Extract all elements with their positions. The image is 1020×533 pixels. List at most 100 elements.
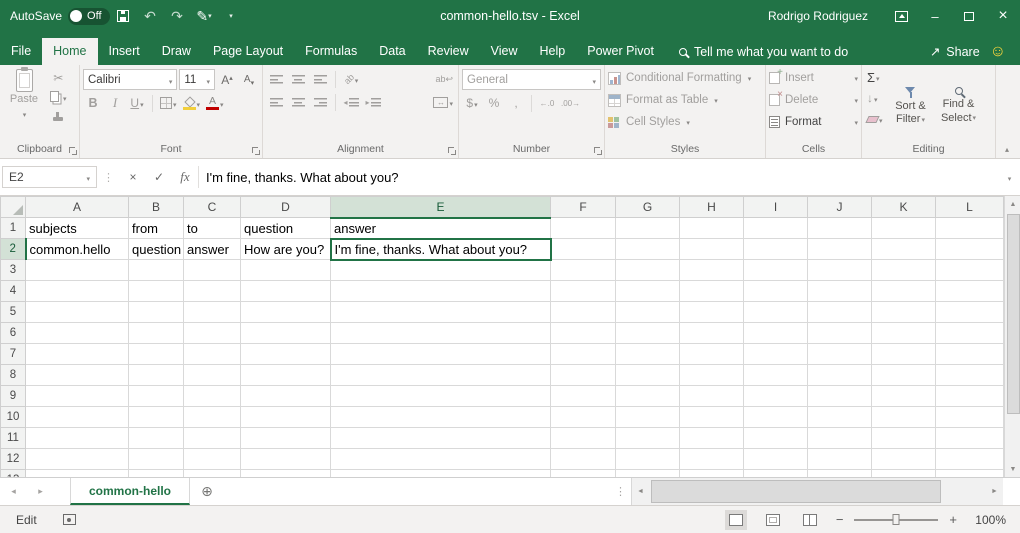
delete-cells-button[interactable]: Delete	[769, 89, 858, 111]
tab-draw[interactable]: Draw	[151, 38, 202, 65]
cell[interactable]	[129, 449, 184, 470]
cell[interactable]	[936, 344, 1004, 365]
cell[interactable]	[331, 449, 551, 470]
cell[interactable]	[744, 218, 808, 239]
cell[interactable]	[26, 260, 129, 281]
cell[interactable]	[872, 365, 936, 386]
autosum-button[interactable]: Σ	[865, 67, 885, 87]
cell[interactable]	[241, 449, 331, 470]
cell[interactable]	[808, 365, 872, 386]
cell[interactable]	[872, 386, 936, 407]
share-button[interactable]: ↗ Share	[930, 38, 980, 65]
cell[interactable]	[331, 344, 551, 365]
cell-e1[interactable]: answer	[331, 218, 551, 239]
name-box[interactable]: E2	[2, 166, 97, 188]
row-header-7[interactable]: 7	[1, 344, 26, 365]
cell[interactable]	[26, 344, 129, 365]
cell[interactable]	[872, 302, 936, 323]
column-header-k[interactable]: K	[872, 197, 936, 218]
touch-mouse-mode-button[interactable]: ✎▾	[192, 3, 217, 29]
italic-button[interactable]: I	[105, 93, 125, 113]
cell[interactable]	[616, 428, 680, 449]
cell[interactable]	[129, 365, 184, 386]
cell[interactable]	[872, 260, 936, 281]
zoom-slider[interactable]	[854, 519, 938, 521]
vertical-scroll-thumb[interactable]	[1007, 214, 1020, 414]
font-size-select[interactable]: 11	[179, 69, 215, 90]
row-header-1[interactable]: 1	[1, 218, 26, 239]
save-button[interactable]	[111, 3, 136, 29]
cell[interactable]	[744, 449, 808, 470]
column-header-h[interactable]: H	[680, 197, 744, 218]
column-header-d[interactable]: D	[241, 197, 331, 218]
collapse-ribbon-button[interactable]: ▴	[999, 142, 1015, 156]
align-top-button[interactable]	[266, 69, 286, 89]
cell[interactable]	[241, 323, 331, 344]
row-header-4[interactable]: 4	[1, 281, 26, 302]
cell[interactable]	[808, 407, 872, 428]
fill-color-button[interactable]	[181, 93, 203, 113]
cell[interactable]	[184, 407, 241, 428]
cell[interactable]	[26, 449, 129, 470]
zoom-in-button[interactable]: +	[949, 512, 957, 527]
cell[interactable]	[129, 407, 184, 428]
scroll-right-button[interactable]: ►	[986, 488, 1003, 495]
close-button[interactable]: ×	[986, 0, 1020, 32]
cell[interactable]	[936, 260, 1004, 281]
cell[interactable]	[551, 386, 616, 407]
comma-style-button[interactable]: ,	[506, 93, 526, 113]
page-layout-view-button[interactable]	[762, 510, 784, 530]
alignment-dialog-launcher[interactable]	[446, 145, 457, 156]
merge-center-button[interactable]	[431, 92, 455, 112]
cell[interactable]	[872, 218, 936, 239]
ribbon-display-options-button[interactable]	[884, 0, 918, 32]
cell[interactable]	[26, 428, 129, 449]
feedback-smiley-button[interactable]: ☺	[990, 38, 1006, 65]
cell[interactable]	[744, 323, 808, 344]
cell[interactable]	[808, 344, 872, 365]
align-center-button[interactable]	[288, 92, 308, 112]
font-name-select[interactable]: Calibri	[83, 69, 177, 90]
sheet-tab-common-hello[interactable]: common-hello	[70, 478, 190, 505]
cell[interactable]	[808, 218, 872, 239]
cell[interactable]	[551, 281, 616, 302]
cell[interactable]	[331, 260, 551, 281]
increase-decimal-button[interactable]	[537, 93, 557, 113]
copy-button[interactable]	[48, 88, 69, 106]
number-format-select[interactable]: General	[462, 69, 601, 90]
sort-filter-button[interactable]: Sort & Filter	[888, 67, 933, 142]
cell[interactable]	[26, 470, 129, 478]
cell[interactable]	[808, 302, 872, 323]
cell-b2[interactable]: question	[129, 239, 184, 260]
clear-button[interactable]	[865, 109, 885, 129]
cell[interactable]	[872, 449, 936, 470]
cell[interactable]	[936, 386, 1004, 407]
horizontal-scroll-track[interactable]	[649, 478, 986, 505]
cell[interactable]	[241, 281, 331, 302]
cell[interactable]	[744, 365, 808, 386]
tab-view[interactable]: View	[480, 38, 529, 65]
cell[interactable]	[680, 239, 744, 260]
cell[interactable]	[184, 323, 241, 344]
tab-review[interactable]: Review	[417, 38, 480, 65]
cell[interactable]	[616, 344, 680, 365]
customize-quick-access-button[interactable]: ▾	[219, 3, 244, 29]
cell[interactable]	[331, 365, 551, 386]
cell[interactable]	[744, 344, 808, 365]
cell[interactable]	[616, 260, 680, 281]
cell[interactable]	[551, 302, 616, 323]
cell[interactable]	[936, 323, 1004, 344]
zoom-slider-thumb[interactable]	[893, 514, 900, 525]
column-header-l[interactable]: L	[936, 197, 1004, 218]
cell[interactable]	[184, 449, 241, 470]
cell-b1[interactable]: from	[129, 218, 184, 239]
scroll-left-button[interactable]: ◄	[632, 488, 649, 495]
cell[interactable]	[241, 344, 331, 365]
cell[interactable]	[129, 323, 184, 344]
font-dialog-launcher[interactable]	[250, 145, 261, 156]
row-header-3[interactable]: 3	[1, 260, 26, 281]
cell[interactable]	[241, 428, 331, 449]
cell[interactable]	[26, 323, 129, 344]
cell[interactable]	[616, 449, 680, 470]
cell[interactable]	[331, 428, 551, 449]
